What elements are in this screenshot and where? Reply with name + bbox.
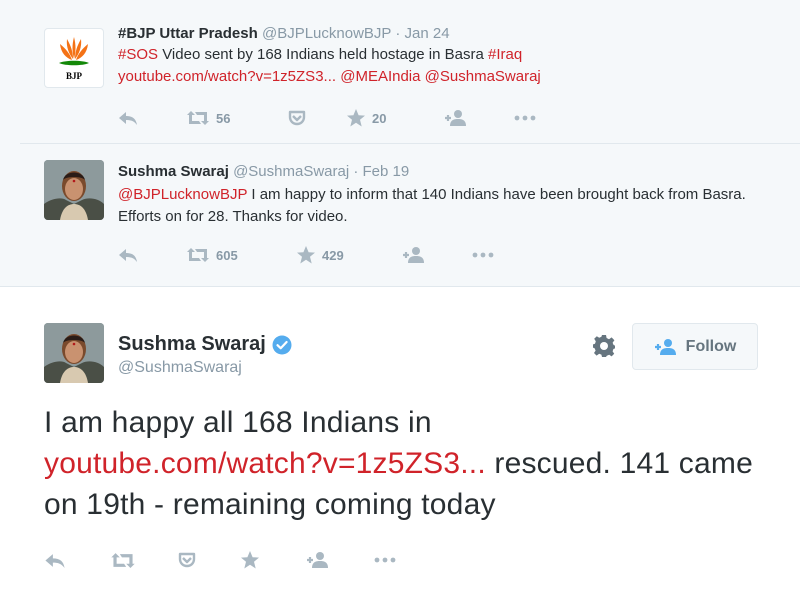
youtube-link[interactable]: youtube.com/watch?v=1z5ZS3... — [118, 68, 336, 85]
author-name[interactable]: Sushma Swaraj — [118, 163, 229, 180]
reply-button[interactable] — [118, 247, 138, 263]
follow-icon — [444, 109, 468, 127]
tweet-text: #SOS Video sent by 168 Indians held host… — [118, 44, 758, 88]
verified-icon — [272, 335, 292, 354]
avatar-photo — [44, 160, 104, 220]
tweet-text: @BJPLucknowBJP I am happy to inform that… — [118, 184, 758, 228]
tweet-date[interactable]: Jan 24 — [405, 25, 450, 42]
retweet-button[interactable] — [110, 552, 136, 569]
reply-icon — [44, 552, 66, 569]
mention-link[interactable]: @MEAIndia — [340, 68, 420, 85]
reply-icon — [118, 110, 138, 126]
follow-label: Follow — [685, 337, 737, 355]
more-icon — [472, 252, 494, 258]
follow-button[interactable]: Follow — [632, 323, 758, 370]
youtube-link[interactable]: youtube.com/watch?v=1z5ZS3... — [44, 447, 486, 480]
more-icon — [374, 557, 396, 563]
more-icon — [514, 115, 536, 121]
reply-button[interactable] — [44, 552, 66, 569]
pocket-button[interactable] — [178, 552, 196, 568]
tweet-header: Sushma Swaraj @SushmaSwaraj · Feb 19 — [118, 163, 409, 180]
main-tweet-divider — [0, 286, 800, 287]
follow-icon — [654, 338, 678, 356]
main-author-handle[interactable]: @SushmaSwaraj — [118, 359, 242, 377]
avatar-sushma-main[interactable] — [44, 323, 104, 383]
more-button[interactable] — [374, 557, 396, 563]
favorite-button[interactable]: 429 — [296, 245, 344, 265]
pocket-icon — [178, 552, 196, 568]
favorite-button[interactable]: 20 — [346, 108, 386, 128]
favorite-icon — [296, 245, 316, 265]
mention-link[interactable]: @SushmaSwaraj — [425, 68, 541, 85]
follow-small-button[interactable] — [306, 551, 330, 569]
more-button[interactable] — [472, 252, 494, 258]
reply-button[interactable] — [118, 110, 138, 126]
hashtag-link[interactable]: #Iraq — [488, 46, 522, 63]
author-name[interactable]: #BJP Uttar Pradesh — [118, 25, 258, 42]
favorite-icon — [346, 108, 366, 128]
settings-button[interactable] — [592, 334, 616, 363]
retweet-icon — [186, 247, 210, 263]
avatar-bjp-logo[interactable]: BJP — [44, 28, 104, 88]
pocket-button[interactable] — [288, 110, 306, 126]
favorite-icon — [240, 550, 260, 570]
favorite-count: 429 — [322, 247, 344, 263]
retweet-count: 605 — [216, 247, 238, 263]
pocket-icon — [288, 110, 306, 126]
favorite-count: 20 — [372, 110, 387, 126]
tweet-header: #BJP Uttar Pradesh @BJPLucknowBJP · Jan … — [118, 25, 450, 42]
favorite-button[interactable] — [240, 550, 260, 570]
tweet-sushma-reply[interactable]: Sushma Swaraj @SushmaSwaraj · Feb 19 @BJ… — [0, 143, 800, 286]
reply-icon — [118, 247, 138, 263]
author-handle[interactable]: @BJPLucknowBJP — [262, 25, 391, 42]
tweet-date[interactable]: Feb 19 — [363, 163, 410, 180]
more-button[interactable] — [514, 115, 536, 121]
follow-small-button[interactable] — [402, 246, 426, 264]
tweet-text-segment: Video sent by 168 Indians held hostage i… — [158, 46, 488, 63]
retweet-icon — [110, 552, 136, 569]
follow-icon — [402, 246, 426, 264]
gear-icon — [593, 335, 615, 357]
follow-icon — [306, 551, 330, 569]
main-author: Sushma Swaraj — [118, 333, 292, 356]
main-tweet-text: I am happy all 168 Indians in youtube.co… — [44, 402, 784, 525]
main-author-name[interactable]: Sushma Swaraj — [118, 333, 266, 356]
main-text-segment: I am happy all 168 Indians in — [44, 406, 432, 439]
mention-link[interactable]: @BJPLucknowBJP — [118, 186, 247, 203]
hashtag-link[interactable]: #SOS — [118, 46, 158, 63]
separator-dot: · — [395, 25, 401, 42]
avatar-sushma[interactable] — [44, 160, 104, 220]
avatar-photo — [44, 323, 104, 383]
follow-small-button[interactable] — [444, 109, 468, 127]
retweet-button[interactable]: 605 — [186, 247, 238, 263]
bjp-logo-text: BJP — [66, 71, 83, 81]
retweet-button[interactable]: 56 — [186, 110, 230, 126]
separator-dot: · — [353, 163, 359, 180]
retweet-icon — [186, 110, 210, 126]
retweet-count: 56 — [216, 110, 231, 126]
tweet-bjp-uttar-pradesh[interactable]: BJP #BJP Uttar Pradesh @BJPLucknowBJP · … — [0, 0, 800, 143]
author-handle[interactable]: @SushmaSwaraj — [233, 163, 349, 180]
